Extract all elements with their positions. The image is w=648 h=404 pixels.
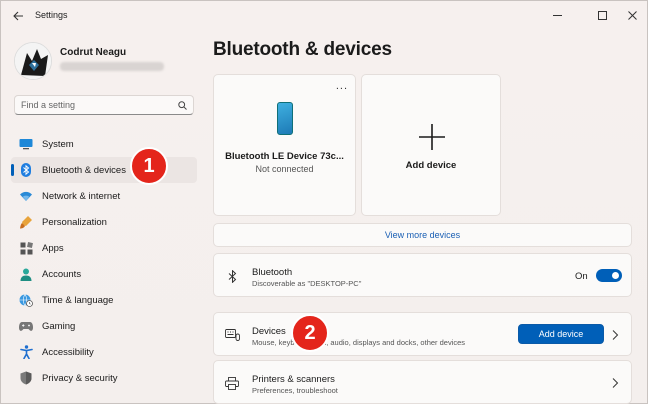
search-input[interactable]	[21, 100, 177, 110]
sidebar-item-accessibility[interactable]: Accessibility	[11, 339, 197, 365]
chevron-right-icon	[612, 378, 619, 388]
devices-title: Devices	[252, 326, 286, 337]
monitor-icon	[19, 137, 33, 151]
sidebar-item-label: Apps	[42, 242, 64, 254]
sidebar-item-label: Bluetooth & devices	[42, 164, 126, 176]
page-title: Bluetooth & devices	[213, 39, 392, 60]
annotation-badge-1: 1	[130, 147, 168, 185]
avatar-image	[15, 43, 51, 79]
app-title: Settings	[35, 10, 68, 20]
arrow-left-icon	[12, 11, 23, 21]
bluetooth-title: Bluetooth	[252, 267, 293, 278]
sidebar-item-apps[interactable]: Apps	[11, 235, 197, 261]
sidebar-item-label: Time & language	[42, 294, 114, 306]
printers-subtitle: Preferences, troubleshoot	[252, 386, 338, 395]
annotation-badge-2: 2	[291, 314, 329, 352]
title-bar: Settings	[1, 1, 647, 31]
maximize-icon	[597, 10, 607, 20]
add-device-label: Add device	[405, 160, 457, 171]
printers-title: Printers & scanners	[252, 374, 335, 385]
sidebar-item-gaming[interactable]: Gaming	[11, 313, 197, 339]
devices-subtitle: Mouse, keyboard, pen, audio, displays an…	[252, 338, 466, 347]
bluetooth-row: Bluetooth Discoverable as "DESKTOP-PC" O…	[213, 253, 632, 297]
sidebar-item-bluetooth-devices[interactable]: Bluetooth & devices	[11, 157, 197, 183]
phone-icon	[277, 102, 293, 135]
bluetooth-icon	[224, 268, 240, 284]
sidebar-item-label: Privacy & security	[42, 372, 118, 384]
chevron-right-icon	[612, 330, 619, 340]
globe-clock-icon	[19, 293, 33, 307]
printers-scanners-row[interactable]: Printers & scanners Preferences, trouble…	[213, 360, 632, 404]
maximize-button[interactable]	[589, 5, 615, 25]
sidebar-nav: System Bluetooth & devices Network & int…	[11, 131, 197, 391]
user-email-redacted	[60, 62, 164, 71]
minimize-icon	[552, 14, 562, 16]
plus-icon	[419, 124, 445, 150]
device-card[interactable]: ... Bluetooth LE Device 73c... Not conne…	[213, 74, 356, 216]
close-button[interactable]	[619, 5, 645, 25]
sidebar-item-personalization[interactable]: Personalization	[11, 209, 197, 235]
sidebar-item-network-internet[interactable]: Network & internet	[11, 183, 197, 209]
accessibility-icon	[19, 345, 33, 359]
toggle-state-label: On	[575, 271, 588, 282]
view-more-devices-link[interactable]: View more devices	[213, 223, 632, 247]
sidebar-item-label: Accessibility	[42, 346, 94, 358]
sidebar-item-label: Gaming	[42, 320, 76, 332]
avatar[interactable]	[14, 42, 52, 80]
add-device-card[interactable]: Add device	[361, 74, 501, 216]
settings-window: Settings Codrut Neagu Find a setting Sys…	[0, 0, 648, 404]
apps-icon	[19, 241, 33, 255]
add-device-button[interactable]: Add device	[518, 324, 604, 344]
shield-icon	[19, 371, 33, 385]
brush-icon	[19, 215, 33, 229]
sidebar-item-accounts[interactable]: Accounts	[11, 261, 197, 287]
sidebar-item-time-language[interactable]: Time & language	[11, 287, 197, 313]
sidebar-item-system[interactable]: System	[11, 131, 197, 157]
bluetooth-toggle[interactable]	[596, 269, 622, 282]
sidebar-item-privacy-security[interactable]: Privacy & security	[11, 365, 197, 391]
sidebar-item-label: Personalization	[42, 216, 107, 228]
back-button[interactable]	[9, 7, 27, 25]
device-status: Not connected	[255, 164, 314, 174]
sidebar-item-label: Network & internet	[42, 190, 121, 202]
keyboard-icon	[224, 327, 240, 343]
device-name: Bluetooth LE Device 73c...	[225, 151, 344, 162]
bluetooth-subtitle: Discoverable as "DESKTOP-PC"	[252, 279, 362, 288]
wifi-icon	[19, 189, 33, 203]
more-options-button[interactable]: ...	[336, 81, 348, 92]
sidebar-item-label: System	[42, 138, 74, 150]
gamepad-icon	[19, 319, 33, 333]
sidebar-item-label: Accounts	[42, 268, 82, 280]
devices-row[interactable]: Devices Mouse, keyboard, pen, audio, dis…	[213, 312, 632, 356]
minimize-button[interactable]	[544, 5, 570, 25]
search-icon[interactable]	[177, 100, 187, 110]
user-name: Codrut Neagu	[60, 47, 127, 58]
bluetooth-icon	[19, 163, 33, 177]
close-icon	[627, 10, 637, 20]
person-icon	[19, 267, 33, 281]
search-box[interactable]	[14, 95, 194, 115]
printer-icon	[224, 375, 240, 391]
